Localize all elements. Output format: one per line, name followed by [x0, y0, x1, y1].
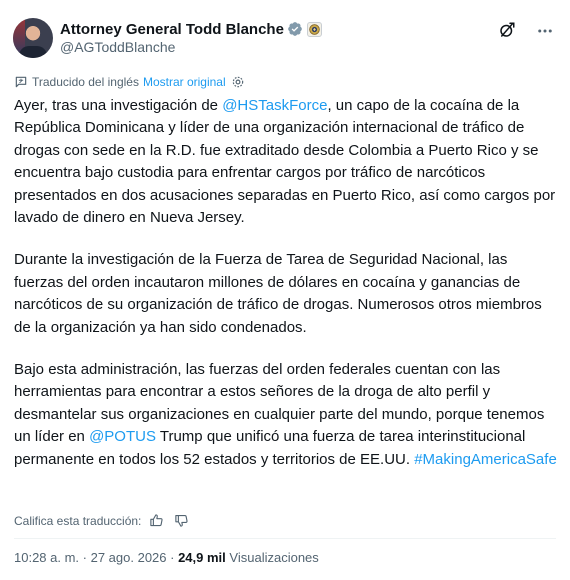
mention-hstaskforce-link[interactable]: @HSTaskForce: [222, 97, 327, 114]
rate-translation: Califica esta traducción:: [14, 513, 189, 528]
meta-separator-2: ·: [166, 550, 179, 565]
more-icon[interactable]: [536, 22, 554, 40]
paragraph-1-text-b: , un capo de la cocaína de la República …: [14, 97, 556, 227]
views-count: 24,9 mil: [178, 550, 226, 565]
tweet-paragraph-2: Durante la investigación de la Fuerza de…: [14, 251, 542, 336]
thumbs-down-icon[interactable]: [174, 513, 189, 528]
tweet-time[interactable]: 10:28 a. m.: [14, 550, 79, 565]
meta-separator: ·: [79, 550, 91, 565]
gear-icon[interactable]: [231, 75, 245, 89]
tweet-paragraph-3: Bajo esta administración, las fuerzas de…: [14, 359, 559, 471]
translation-label: Traducido del inglés: [32, 75, 139, 89]
name-row: Attorney General Todd Blanche: [60, 20, 322, 38]
doj-seal-icon[interactable]: [306, 21, 322, 37]
rate-translation-label: Califica esta traducción:: [14, 513, 142, 528]
handle[interactable]: @AGToddBlanche: [60, 39, 175, 55]
grok-icon[interactable]: [498, 21, 516, 39]
paragraph-1-text-a: Ayer, tras una investigación de: [14, 97, 223, 114]
show-original-link[interactable]: Mostrar original: [143, 75, 226, 89]
avatar[interactable]: [13, 18, 53, 58]
views-label: Visualizaciones: [229, 550, 319, 565]
tweet-paragraph-1: Ayer, tras una investigación de @HSTaskF…: [14, 95, 559, 229]
tweet-header: Attorney General Todd Blanche @AGToddBla…: [13, 17, 556, 59]
translation-notice: Traducido del inglés Mostrar original: [14, 75, 245, 89]
tweet-meta: 10:28 a. m. · 27 ago. 2026 · 24,9 mil Vi…: [14, 550, 319, 565]
thumbs-up-icon[interactable]: [149, 513, 164, 528]
display-name[interactable]: Attorney General Todd Blanche: [60, 21, 284, 38]
hashtag-link[interactable]: #MakingAmericaSafe: [414, 451, 557, 468]
avatar-suit: [19, 46, 47, 58]
mention-potus-link[interactable]: @POTUS: [89, 428, 156, 445]
tweet-text: Ayer, tras una investigación de @HSTaskF…: [14, 95, 559, 491]
divider: [14, 538, 556, 539]
verified-badge-icon[interactable]: [287, 21, 303, 37]
tweet-date[interactable]: 27 ago. 2026: [91, 550, 167, 565]
translate-icon: [15, 76, 27, 88]
